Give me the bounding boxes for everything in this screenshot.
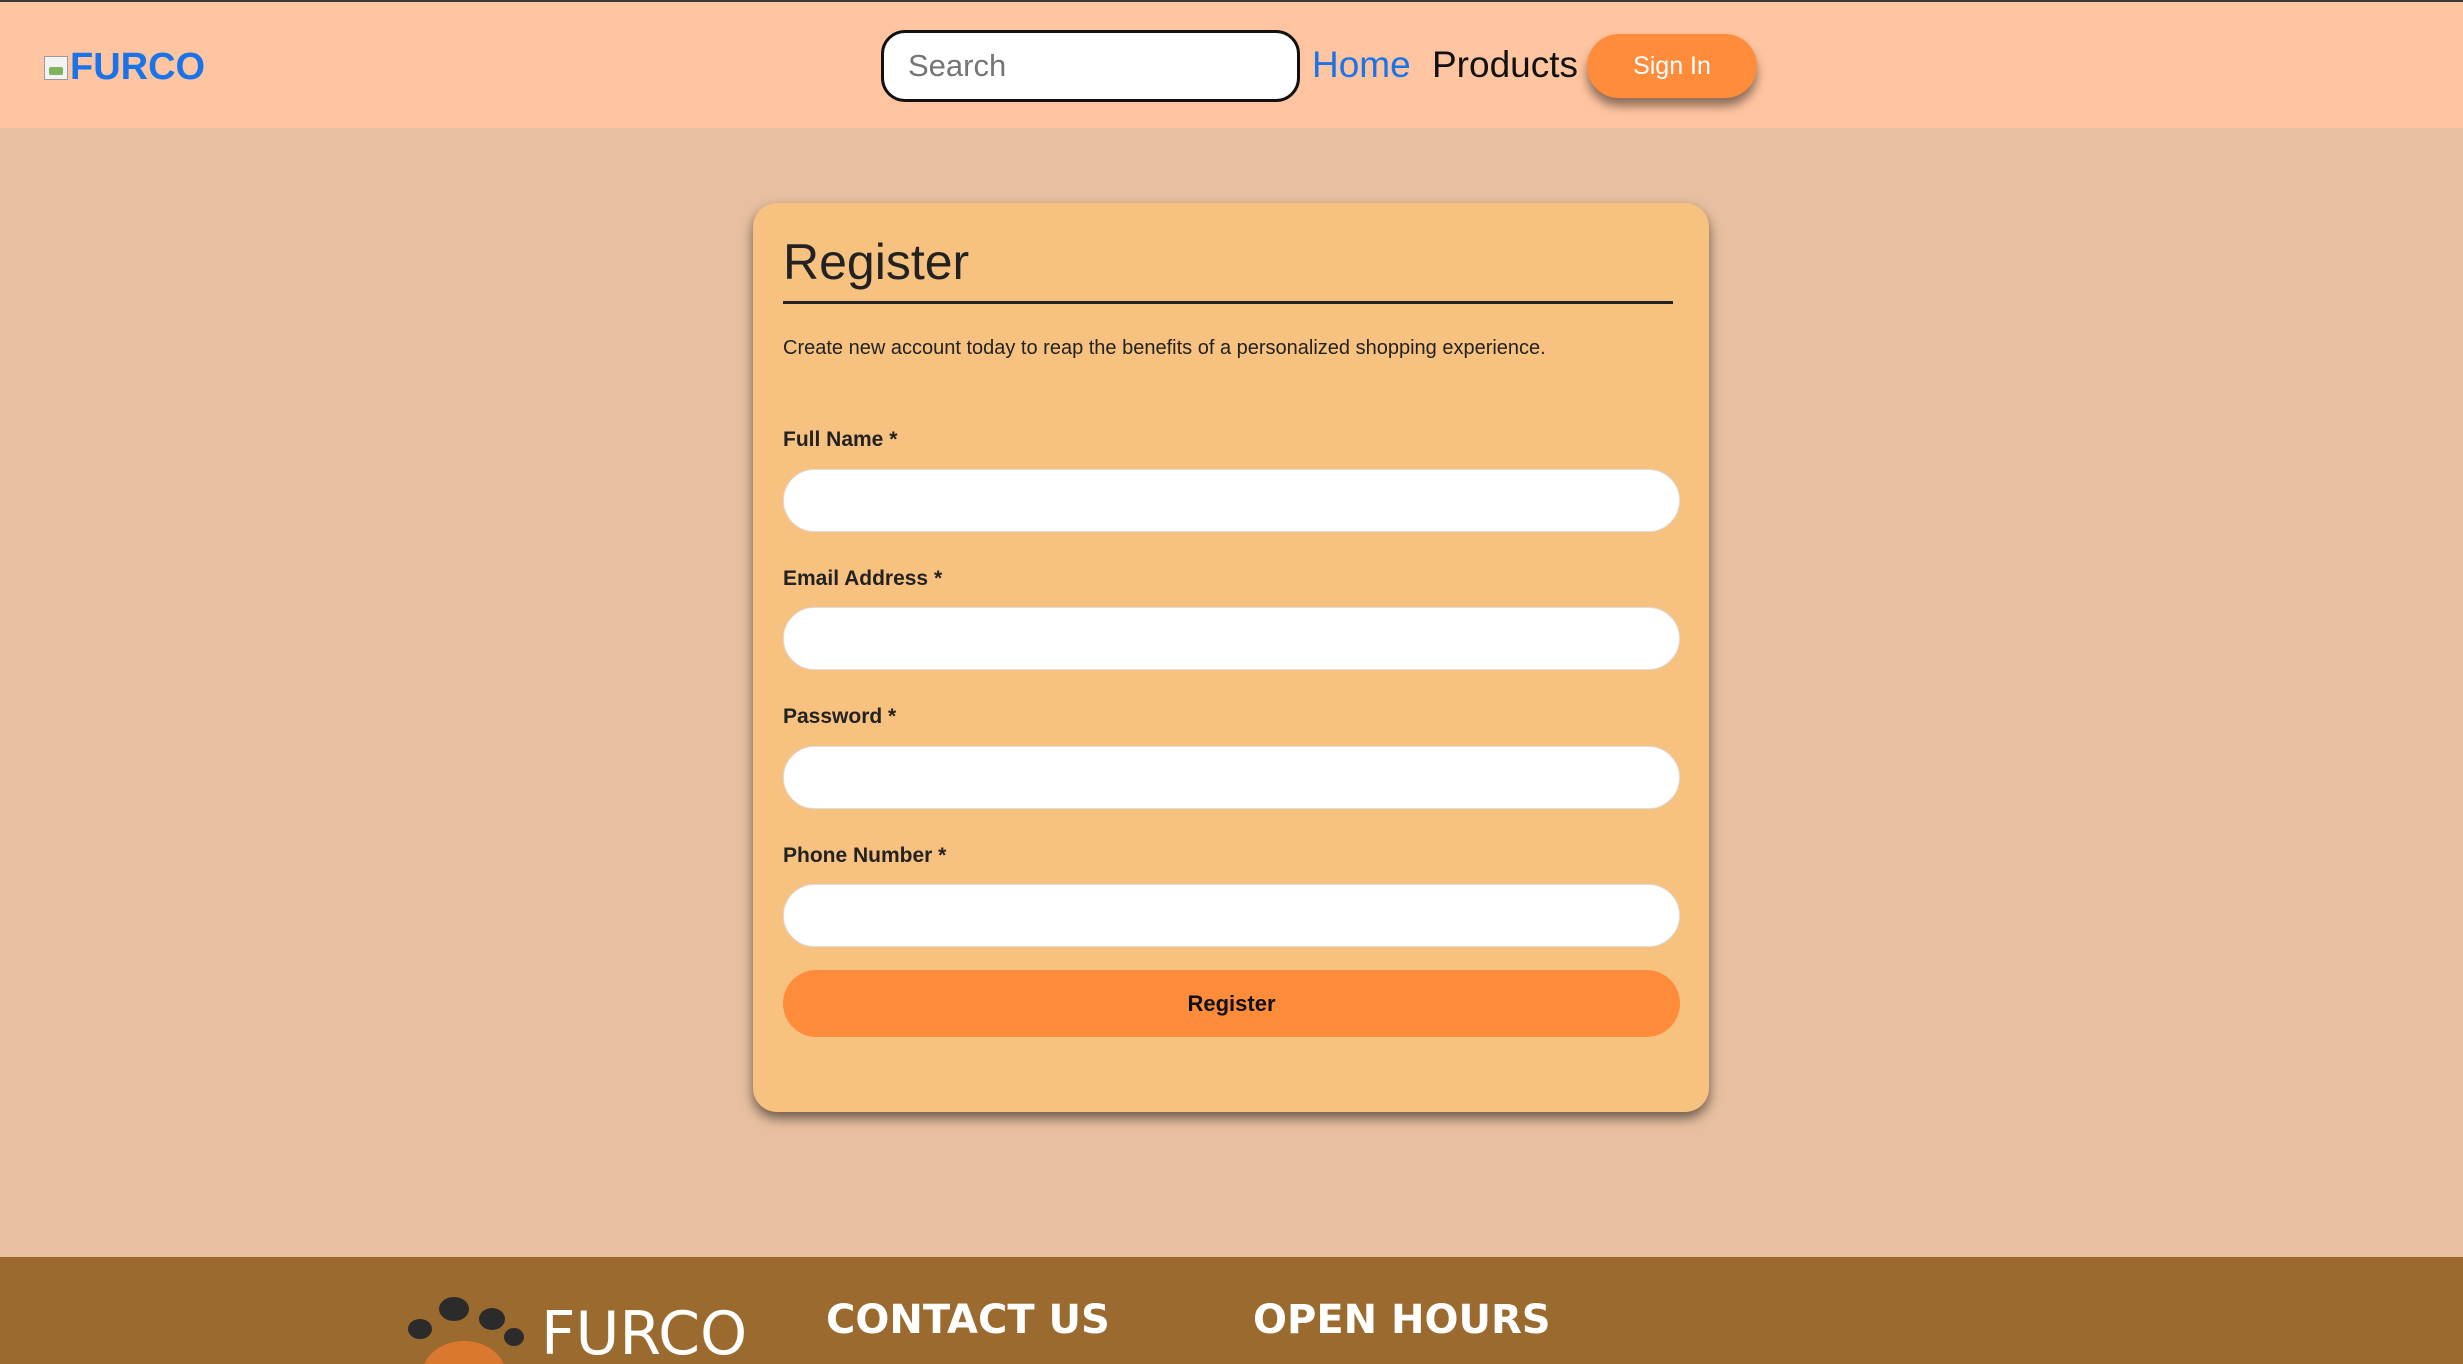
paw-icon — [408, 1297, 524, 1364]
password-input[interactable] — [783, 746, 1680, 809]
phone-label: Phone Number * — [783, 844, 947, 867]
title-divider — [783, 301, 1673, 304]
nav-products-link[interactable]: Products — [1432, 44, 1578, 86]
register-title: Register — [783, 234, 970, 290]
open-hours-heading: OPEN HOURS — [1253, 1297, 1551, 1343]
footer-brand: FURCO — [541, 1299, 748, 1364]
full-name-input[interactable] — [783, 469, 1680, 532]
site-header: FURCO Home Products Sign In — [0, 2, 2463, 128]
nav-home-link[interactable]: Home — [1312, 44, 1411, 86]
site-logo[interactable]: FURCO — [44, 46, 205, 89]
site-footer: FURCO CONTACT US OPEN HOURS — [0, 1257, 2463, 1364]
register-description: Create new account today to reap the ben… — [783, 337, 1546, 359]
search-input[interactable] — [881, 30, 1300, 102]
phone-input[interactable] — [783, 884, 1680, 947]
email-label: Email Address * — [783, 567, 943, 590]
contact-us-heading: CONTACT US — [826, 1297, 1110, 1343]
register-card: Register Create new account today to rea… — [753, 203, 1709, 1112]
sign-in-button[interactable]: Sign In — [1587, 34, 1757, 98]
password-label: Password * — [783, 705, 897, 728]
full-name-label: Full Name * — [783, 428, 898, 451]
logo-text: FURCO — [70, 46, 206, 88]
broken-image-icon — [44, 55, 68, 80]
register-button[interactable]: Register — [783, 970, 1680, 1037]
email-input[interactable] — [783, 607, 1680, 670]
